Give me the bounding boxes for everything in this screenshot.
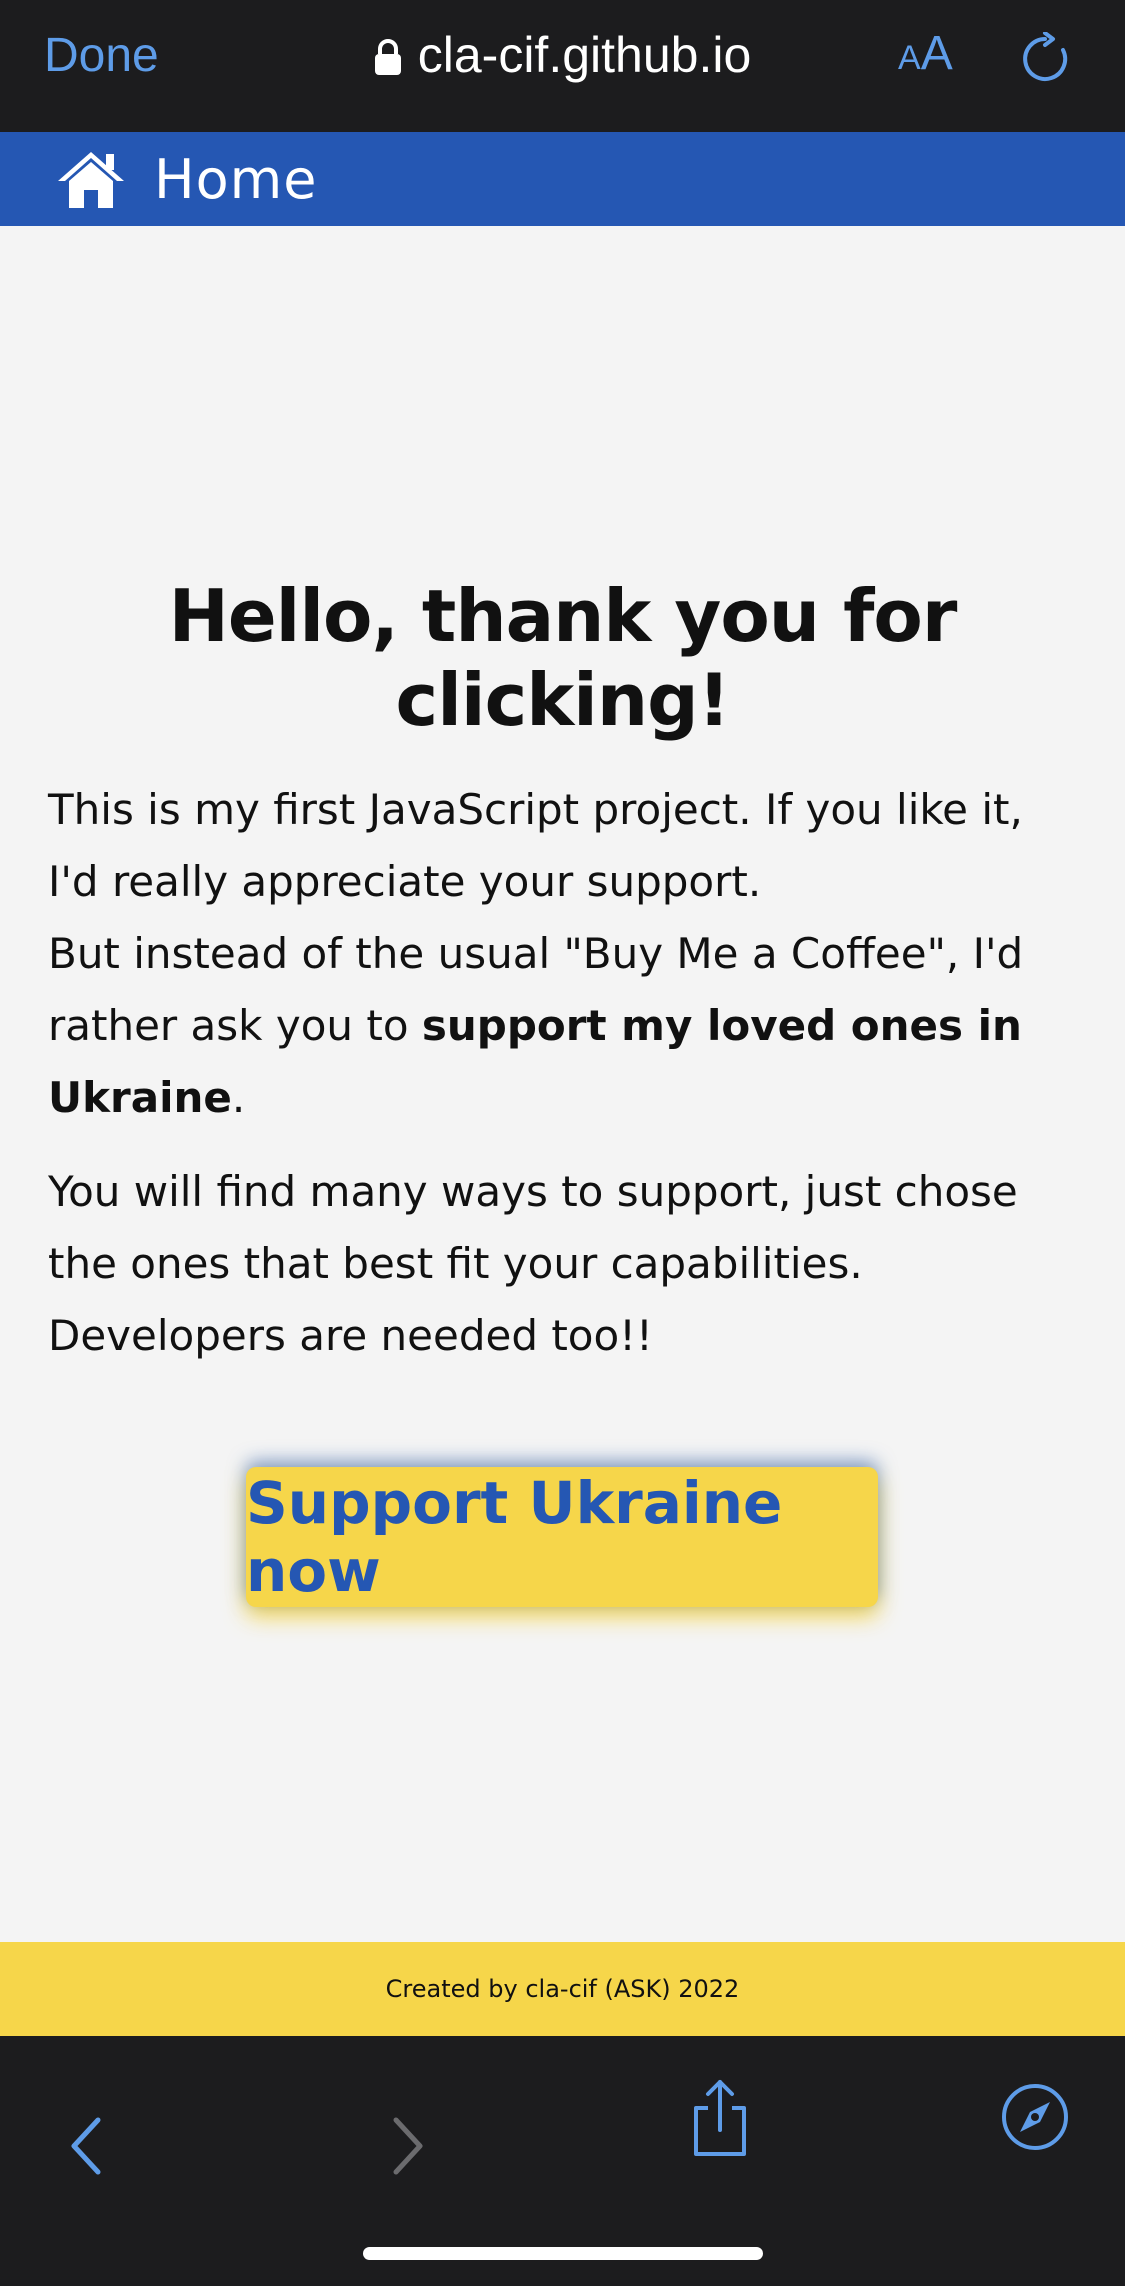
lock-icon — [374, 39, 401, 75]
address-bar[interactable]: cla-cif.github.io — [0, 26, 1125, 84]
forward-button[interactable] — [388, 2116, 428, 2180]
support-paragraph: You will find many ways to support, just… — [48, 1167, 1018, 1360]
share-icon — [694, 2080, 746, 2156]
page-headline: Hello, thank you for clicking! — [168, 574, 958, 742]
home-label: Home — [154, 147, 318, 211]
back-button[interactable] — [66, 2116, 106, 2180]
intro-text: This is my first JavaScript project. If … — [48, 785, 1023, 906]
home-icon — [58, 152, 124, 208]
browser-top-bar: Done cla-cif.github.io AA — [0, 0, 1125, 132]
reload-icon — [1023, 31, 1068, 81]
browser-toolbar — [0, 2036, 1125, 2286]
home-indicator — [363, 2247, 763, 2260]
safari-button[interactable] — [1000, 2082, 1070, 2156]
reload-button[interactable] — [1018, 31, 1072, 90]
support-ukraine-button[interactable]: Support Ukraine now — [246, 1467, 878, 1607]
share-button[interactable] — [688, 2078, 752, 2162]
text-size-button[interactable]: AA — [898, 26, 953, 81]
url-text: cla-cif.github.io — [417, 27, 752, 83]
home-link[interactable]: Home — [56, 142, 317, 216]
site-navbar: Home — [0, 132, 1125, 226]
footer: Created by cla-cif (ASK) 2022 — [0, 1942, 1125, 2036]
intro-paragraph: This is my first JavaScript project. If … — [48, 785, 1024, 1122]
compass-icon — [1002, 2084, 1068, 2150]
footer-text: Created by cla-cif (ASK) 2022 — [385, 1975, 740, 2003]
forward-icon — [393, 2117, 423, 2175]
back-icon — [71, 2117, 101, 2175]
